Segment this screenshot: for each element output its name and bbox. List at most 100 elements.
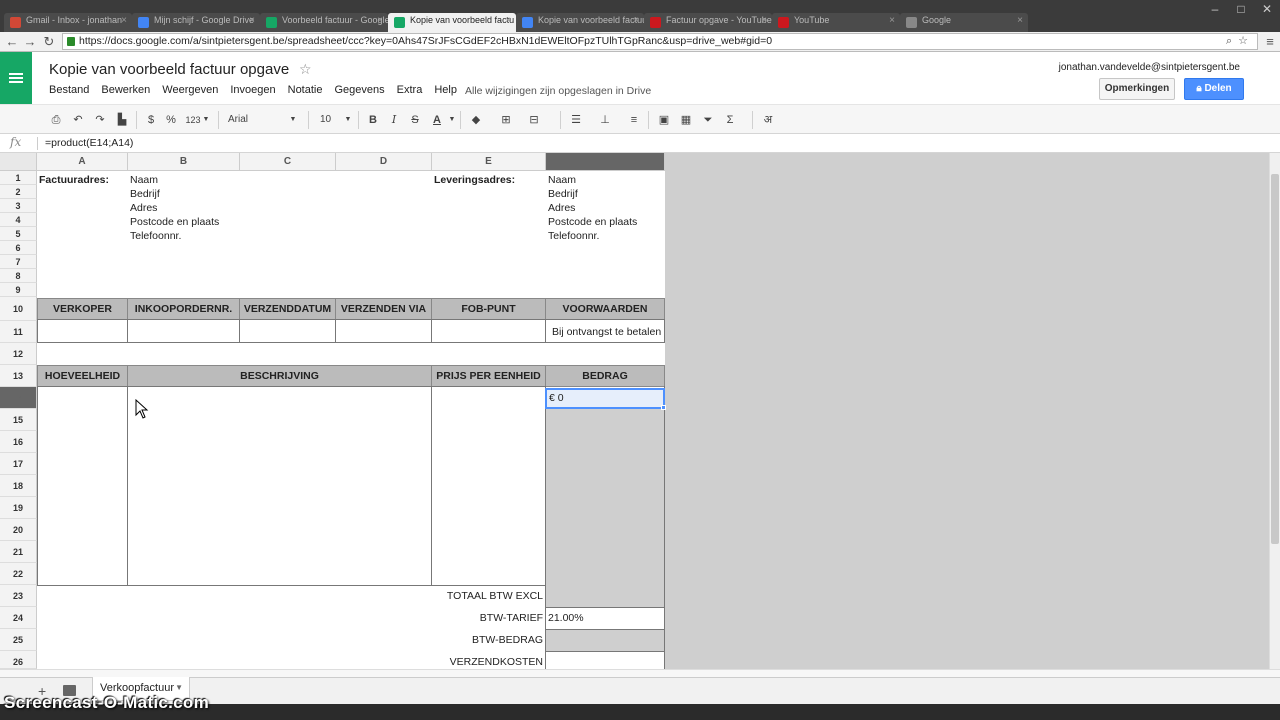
close-icon[interactable]: ×: [505, 15, 511, 26]
shipping-cost-label[interactable]: VERZENDKOSTEN: [400, 656, 543, 668]
menu-notatie[interactable]: Notatie: [288, 84, 323, 96]
row-header[interactable]: 6: [0, 241, 37, 255]
row-header[interactable]: 20: [0, 519, 37, 541]
chevron-down-icon[interactable]: ▼: [175, 683, 183, 692]
row-header[interactable]: 12: [0, 343, 37, 365]
terms-value[interactable]: Bij ontvangst te betalen: [552, 326, 661, 338]
scrollbar-thumb[interactable]: [1271, 174, 1279, 544]
back-icon[interactable]: ←: [4, 34, 20, 50]
browser-tab[interactable]: Voorbeeld factuur - Google Sheets ×: [260, 13, 388, 32]
vertical-align-icon[interactable]: ⊥: [597, 111, 613, 129]
menu-gegevens[interactable]: Gegevens: [334, 84, 384, 96]
strikethrough-icon[interactable]: S: [408, 111, 422, 129]
sheets-home-icon[interactable]: [0, 52, 32, 104]
header-po-number[interactable]: INKOOPORDERNR.: [127, 298, 240, 320]
redo-icon[interactable]: ↷: [92, 111, 108, 129]
fill-handle[interactable]: [661, 405, 666, 410]
header-ship-date[interactable]: VERZENDDATUM: [239, 298, 336, 320]
text-color-icon[interactable]: A: [428, 111, 446, 129]
bookmark-star-icon[interactable]: ☆: [1238, 35, 1254, 47]
close-icon[interactable]: ×: [377, 15, 383, 26]
vat-rate-value[interactable]: 21.00%: [548, 612, 584, 624]
row-header[interactable]: 14: [0, 387, 37, 409]
print-icon[interactable]: ⎙: [48, 111, 64, 129]
minimize-icon[interactable]: –: [1202, 0, 1228, 20]
menu-icon[interactable]: ≡: [1262, 34, 1278, 50]
font-family-dropdown[interactable]: Arial: [224, 111, 284, 129]
vat-amount-label[interactable]: BTW-BEDRAG: [400, 634, 543, 646]
row-header[interactable]: 26: [0, 651, 37, 669]
shipping-company[interactable]: Bedrijf: [548, 188, 578, 200]
row-header[interactable]: 24: [0, 607, 37, 629]
insert-comment-icon[interactable]: ▣: [656, 111, 672, 129]
browser-tab[interactable]: Factuur opgave - YouTube ×: [644, 13, 772, 32]
row-header[interactable]: 23: [0, 585, 37, 607]
number-format-dropdown[interactable]: 123: [183, 111, 203, 129]
horizontal-scrollbar[interactable]: [0, 669, 1280, 677]
borders-icon[interactable]: ⊞: [498, 111, 514, 129]
column-header-a[interactable]: A: [37, 153, 128, 171]
row-header[interactable]: 21: [0, 541, 37, 563]
billing-company[interactable]: Bedrijf: [130, 188, 160, 200]
formula-input[interactable]: =product(E14;A14): [45, 137, 133, 149]
share-button[interactable]: 🔒︎ Delen: [1184, 78, 1244, 100]
browser-tab[interactable]: Gmail - Inbox - jonathan ×: [4, 13, 132, 32]
align-left-icon[interactable]: ☰: [568, 111, 584, 129]
row-header[interactable]: 15: [0, 409, 37, 431]
zoom-icon[interactable]: ⌕: [1226, 35, 1238, 47]
browser-tab[interactable]: Kopie van voorbeeld factuur ×: [516, 13, 644, 32]
wrap-text-icon[interactable]: ≡: [626, 111, 642, 129]
browser-tab[interactable]: Google ×: [900, 13, 1028, 32]
shipping-name[interactable]: Naam: [548, 174, 576, 186]
bold-icon[interactable]: B: [366, 111, 380, 129]
menu-bestand[interactable]: Bestand: [49, 84, 89, 96]
shipping-phone[interactable]: Telefoonnr.: [548, 230, 599, 242]
header-unit-price[interactable]: PRIJS PER EENHEID: [431, 365, 546, 387]
column-header-c[interactable]: C: [240, 153, 336, 171]
header-amount[interactable]: BEDRAG: [545, 365, 665, 387]
browser-tab-active[interactable]: Kopie van voorbeeld factu ×: [388, 13, 516, 32]
user-email[interactable]: jonathan.vandevelde@sintpietersgent.be: [1059, 62, 1240, 73]
header-fob[interactable]: FOB-PUNT: [431, 298, 546, 320]
browser-tab[interactable]: Mijn schijf - Google Drive ×: [132, 13, 260, 32]
subtotal-label[interactable]: TOTAAL BTW EXCL: [400, 590, 543, 602]
row-header[interactable]: 18: [0, 475, 37, 497]
shipping-address-label[interactable]: Leveringsadres:: [434, 174, 515, 186]
reload-icon[interactable]: ↻: [41, 34, 57, 50]
menu-bewerken[interactable]: Bewerken: [101, 84, 150, 96]
column-header-b[interactable]: B: [128, 153, 240, 171]
column-header-e[interactable]: E: [432, 153, 546, 171]
close-icon[interactable]: ×: [121, 15, 127, 26]
vat-amount-cell[interactable]: [546, 630, 664, 651]
filter-icon[interactable]: ⏷: [700, 111, 716, 129]
url-input[interactable]: https://docs.google.com/a/sintpietersgen…: [62, 33, 1258, 50]
close-icon[interactable]: ×: [761, 15, 767, 26]
row-header[interactable]: 2: [0, 185, 37, 199]
header-terms[interactable]: VOORWAARDEN: [545, 298, 665, 320]
document-title[interactable]: Kopie van voorbeeld factuur opgave: [49, 61, 289, 78]
font-size-dropdown[interactable]: 10: [316, 111, 338, 129]
functions-icon[interactable]: Σ: [722, 111, 738, 129]
billing-name[interactable]: Naam: [130, 174, 158, 186]
close-icon[interactable]: ×: [249, 15, 255, 26]
row-header[interactable]: 11: [0, 321, 37, 343]
billing-address-label[interactable]: Factuuradres:: [39, 174, 109, 186]
fill-color-icon[interactable]: ◆: [468, 111, 484, 129]
header-quantity[interactable]: HOEVEELHEID: [37, 365, 128, 387]
browser-tab[interactable]: YouTube ×: [772, 13, 900, 32]
header-description[interactable]: BESCHRIJVING: [127, 365, 432, 387]
star-icon[interactable]: ☆: [299, 61, 312, 78]
row-header[interactable]: 17: [0, 453, 37, 475]
row-header[interactable]: 4: [0, 213, 37, 227]
row-header[interactable]: 7: [0, 255, 37, 269]
vat-rate-label[interactable]: BTW-TARIEF: [400, 612, 543, 624]
row-header[interactable]: 9: [0, 283, 37, 297]
row-header[interactable]: 16: [0, 431, 37, 453]
row-header[interactable]: 19: [0, 497, 37, 519]
italic-icon[interactable]: I: [387, 111, 401, 129]
close-icon[interactable]: ×: [889, 15, 895, 26]
header-seller[interactable]: VERKOPER: [37, 298, 128, 320]
menu-invoegen[interactable]: Invoegen: [230, 84, 275, 96]
billing-postcode[interactable]: Postcode en plaats: [130, 216, 219, 228]
maximize-icon[interactable]: □: [1228, 0, 1254, 20]
